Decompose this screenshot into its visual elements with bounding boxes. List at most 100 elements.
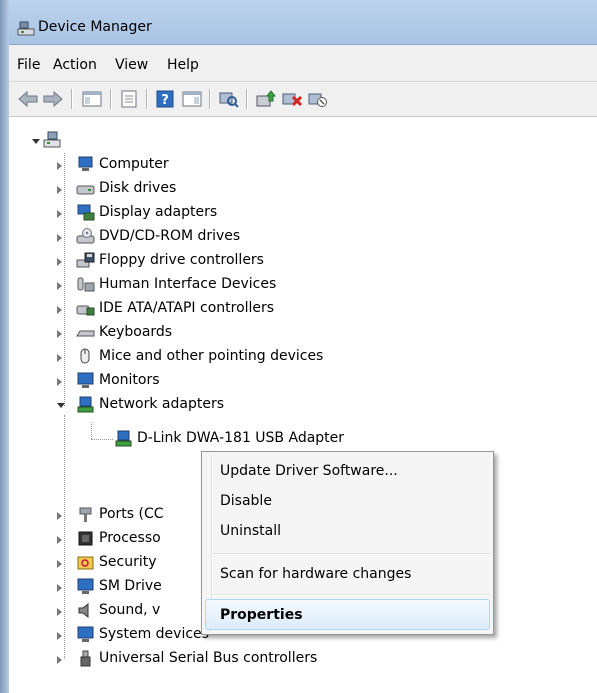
display-adapter-icon xyxy=(77,204,95,221)
hid-icon xyxy=(77,277,95,292)
tree-item[interactable]: Network adapters xyxy=(9,393,309,417)
back-icon[interactable] xyxy=(17,89,39,109)
tree-item-label: DVD/CD-ROM drives xyxy=(99,228,241,244)
tree-item[interactable]: Disk drives xyxy=(9,177,309,201)
computer-icon xyxy=(78,156,93,171)
tree-item[interactable]: Computer xyxy=(9,153,309,177)
tree-item-label: Sound, v xyxy=(99,602,161,618)
tree-item-label: Network adapters xyxy=(99,396,224,412)
tree-item-child[interactable]: D-Link DWA-181 USB Adapter xyxy=(9,427,389,451)
network-adapter-icon xyxy=(77,396,94,413)
mouse-icon xyxy=(80,348,90,364)
svg-text:?: ? xyxy=(161,93,169,108)
expand-icon[interactable] xyxy=(57,162,62,170)
menu-separator xyxy=(212,553,490,555)
tree-item-label: Monitors xyxy=(99,372,160,388)
sm-driver-icon xyxy=(77,578,94,594)
tree-item-label: Disk drives xyxy=(99,180,177,196)
menu-view[interactable]: View xyxy=(115,57,148,73)
tree-item-label: IDE ATA/ATAPI controllers xyxy=(99,300,275,316)
tree-item[interactable]: Processo xyxy=(9,527,209,551)
menu-item-disable[interactable]: Disable xyxy=(220,493,272,509)
properties-icon[interactable] xyxy=(118,89,140,109)
tree-item[interactable]: Keyboards xyxy=(9,321,309,345)
uninstall-icon[interactable] xyxy=(281,89,303,109)
computer-root-icon xyxy=(43,131,61,148)
expand-icon[interactable] xyxy=(57,512,62,520)
expand-icon[interactable] xyxy=(57,354,62,362)
menu-item-uninstall[interactable]: Uninstall xyxy=(220,523,281,539)
toolbar: ? xyxy=(9,82,597,117)
toolbar-separator xyxy=(71,89,73,109)
expand-icon[interactable] xyxy=(57,656,62,664)
menu-action[interactable]: Action xyxy=(53,57,97,73)
update-driver-icon[interactable] xyxy=(255,89,277,109)
context-menu: Update Driver Software... Disable Uninst… xyxy=(201,451,494,635)
forward-icon[interactable] xyxy=(42,89,64,109)
scan-hardware-icon[interactable] xyxy=(218,89,240,109)
tree-item-label: Keyboards xyxy=(99,324,173,340)
expand-icon[interactable] xyxy=(57,608,62,616)
ide-controller-icon xyxy=(76,305,95,316)
dvd-drive-icon xyxy=(76,228,95,244)
expand-icon[interactable] xyxy=(57,186,62,194)
collapse-icon[interactable] xyxy=(32,139,40,148)
tree-item-label: Human Interface Devices xyxy=(99,276,277,292)
window-frame-left xyxy=(0,0,9,693)
tree-item[interactable]: Security xyxy=(9,551,209,575)
menu-file[interactable]: File xyxy=(17,57,40,73)
menu-help[interactable]: Help xyxy=(167,57,199,73)
monitor-icon xyxy=(77,372,94,388)
security-icon xyxy=(77,556,94,570)
tree-item[interactable]: Display adapters xyxy=(9,201,309,225)
keyboard-icon xyxy=(76,330,95,337)
tree-item-label: Ports (CC xyxy=(99,506,164,522)
disable-icon[interactable] xyxy=(307,89,329,109)
tree-item[interactable]: Mice and other pointing devices xyxy=(9,345,329,369)
expand-icon[interactable] xyxy=(57,584,62,592)
toolbar-separator xyxy=(209,89,211,109)
tree-item[interactable]: IDE ATA/ATAPI controllers xyxy=(9,297,309,321)
expand-icon[interactable] xyxy=(57,378,62,386)
disk-drive-icon xyxy=(76,185,95,195)
menu-item-update-driver[interactable]: Update Driver Software... xyxy=(220,463,398,479)
expand-icon[interactable] xyxy=(57,282,62,290)
tree-item-label: Mice and other pointing devices xyxy=(99,348,324,364)
network-adapter-icon xyxy=(115,430,132,447)
tree-item[interactable]: DVD/CD-ROM drives xyxy=(9,225,309,249)
port-icon xyxy=(79,507,92,522)
show-action-pane-icon[interactable] xyxy=(181,89,203,109)
expand-icon[interactable] xyxy=(57,330,62,338)
tree-item-label: Display adapters xyxy=(99,204,218,220)
expand-icon[interactable] xyxy=(57,536,62,544)
toolbar-separator xyxy=(246,89,248,109)
floppy-controller-icon xyxy=(76,252,95,268)
tree-item[interactable]: SM Drive xyxy=(9,575,209,599)
tree-root[interactable] xyxy=(9,129,89,153)
tree-item[interactable]: Sound, v xyxy=(9,599,209,623)
tree-item-label: Floppy drive controllers xyxy=(99,252,264,268)
device-manager-icon xyxy=(17,21,35,36)
tree-item-label: System devices xyxy=(99,626,209,642)
menu-item-properties[interactable]: Properties xyxy=(220,607,303,623)
collapse-icon[interactable] xyxy=(57,403,65,412)
expand-icon[interactable] xyxy=(57,632,62,640)
help-icon[interactable]: ? xyxy=(154,89,176,109)
tree-item-label: SM Drive xyxy=(99,578,162,594)
menu-bar: File Action View Help xyxy=(9,45,597,82)
title-bar[interactable]: Device Manager xyxy=(9,0,597,45)
tree-item[interactable]: Ports (CC xyxy=(9,503,209,527)
expand-icon[interactable] xyxy=(57,560,62,568)
tree-item[interactable]: Floppy drive controllers xyxy=(9,249,309,273)
tree-item[interactable]: Universal Serial Bus controllers xyxy=(9,647,359,671)
tree-item-label: Processo xyxy=(99,530,161,546)
tree-item[interactable]: Monitors xyxy=(9,369,309,393)
expand-icon[interactable] xyxy=(57,234,62,242)
menu-item-scan-hardware[interactable]: Scan for hardware changes xyxy=(220,566,411,582)
expand-icon[interactable] xyxy=(57,258,62,266)
show-hide-console-tree-icon[interactable] xyxy=(81,89,103,109)
system-devices-icon xyxy=(77,626,94,642)
tree-item[interactable]: Human Interface Devices xyxy=(9,273,309,297)
expand-icon[interactable] xyxy=(57,210,62,218)
expand-icon[interactable] xyxy=(57,306,62,314)
